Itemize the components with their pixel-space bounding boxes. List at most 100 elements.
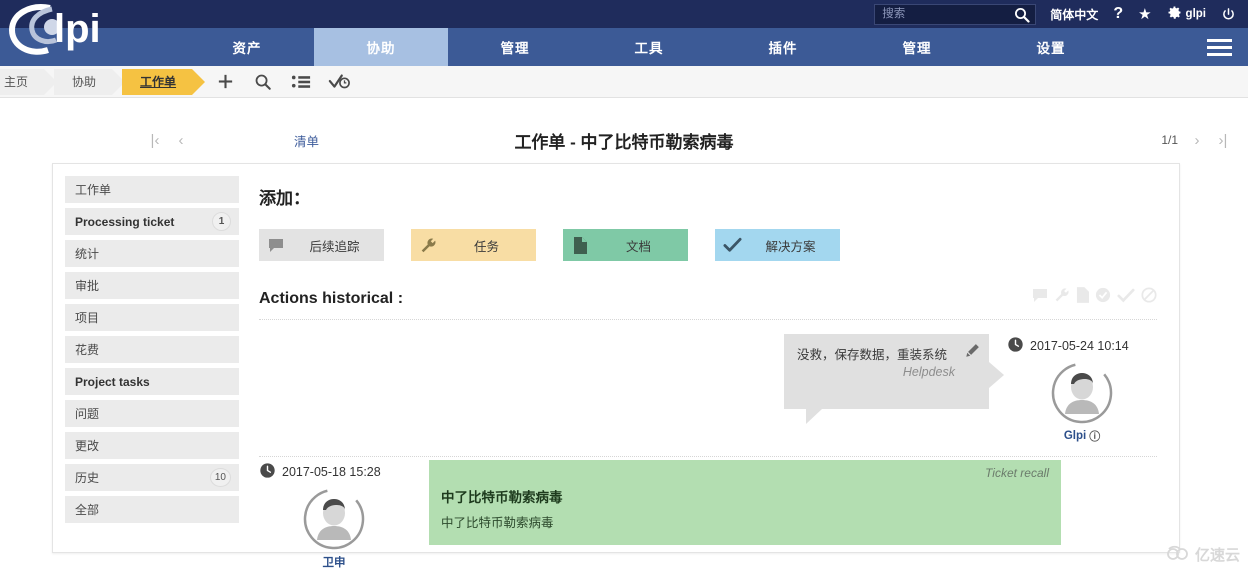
nav-item-management[interactable]: 管理	[448, 28, 582, 66]
sidebar-item-all[interactable]: 全部	[65, 496, 239, 523]
ticket-recall-tag: Ticket recall	[985, 466, 1049, 480]
info-icon[interactable]: ⓘ	[1089, 428, 1100, 444]
sidebar-item-label: 历史	[75, 471, 100, 485]
sidebar-item-label: Project tasks	[75, 374, 150, 389]
timeline-timestamp-row: 2017-05-24 10:14	[1007, 336, 1157, 356]
clock-icon	[1007, 336, 1024, 356]
history-filter-icons	[1032, 287, 1157, 308]
sidebar-item-cost[interactable]: 花费	[65, 336, 239, 363]
previous-page-arrow[interactable]: ‹	[168, 132, 194, 149]
nav-item-assets[interactable]: 资产	[180, 28, 314, 66]
breadcrumb-item-assistance[interactable]: 协助	[54, 68, 126, 95]
avatar	[1051, 362, 1113, 424]
history-divider	[259, 319, 1157, 320]
main-navigation: 资产 协助 管理 工具 插件 管理 设置	[0, 28, 1248, 66]
sidebar-item-project[interactable]: 项目	[65, 304, 239, 331]
breadcrumb-item-ticket[interactable]: 工作单	[122, 68, 206, 95]
actions-timeline: 没救，保存数据，重装系统 Helpdesk 2017-05-24 10:14 G…	[259, 334, 1157, 570]
filter-task-icon[interactable]	[1054, 287, 1070, 308]
timeline-entry: 2017-05-18 15:28 卫申 Ticket recall 中了比特币勒…	[259, 460, 1157, 570]
ticket-description-body: 中了比特币勒索病毒	[441, 516, 554, 530]
sidebar-item-statistics[interactable]: 统计	[65, 240, 239, 267]
add-document-button[interactable]: 文档	[563, 229, 688, 261]
sidebar-item-change[interactable]: 更改	[65, 432, 239, 459]
ticket-description-panel[interactable]: Ticket recall 中了比特币勒索病毒 中了比特币勒索病毒	[429, 460, 1061, 545]
filter-solution-icon[interactable]	[1117, 288, 1135, 308]
page-counter: 1/1	[1161, 133, 1178, 147]
wrench-icon	[411, 237, 445, 254]
nav-logo-space	[0, 28, 180, 66]
timeline-username: Glpi ⓘ	[1064, 428, 1100, 444]
nav-item-assistance[interactable]: 协助	[314, 28, 448, 66]
history-title: Actions historical :	[259, 290, 404, 307]
add-followup-button[interactable]: 后续追踪	[259, 229, 384, 261]
help-icon[interactable]: ?	[1113, 5, 1123, 23]
avatar	[303, 488, 365, 550]
add-task-label: 任务	[473, 239, 499, 254]
bubble-tail	[806, 409, 822, 424]
timeline-timestamp-row: 2017-05-18 15:28	[259, 462, 409, 482]
search-input[interactable]	[875, 4, 1004, 24]
filter-document-icon[interactable]	[1076, 287, 1089, 308]
sidebar-item-label: 更改	[75, 439, 100, 453]
search-ticket-icon[interactable]	[248, 69, 278, 95]
settings-link[interactable]: glpi	[1167, 5, 1206, 23]
status-badge: 1	[212, 212, 231, 231]
sidebar-item-label: 问题	[75, 407, 100, 421]
sidebar-item-project-tasks[interactable]: Project tasks	[65, 368, 239, 395]
sidebar-item-label: Processing ticket	[75, 214, 175, 229]
nav-item-plugins[interactable]: 插件	[716, 28, 850, 66]
list-view-icon[interactable]	[286, 69, 316, 95]
last-page-arrow[interactable]: ›|	[1210, 132, 1236, 149]
sidebar-item-label: 项目	[75, 311, 100, 325]
nav-item-tools[interactable]: 工具	[582, 28, 716, 66]
timeline-timestamp: 2017-05-18 15:28	[282, 465, 381, 479]
validation-icon[interactable]	[324, 69, 354, 95]
star-icon[interactable]: ★	[1138, 7, 1151, 22]
watermark-label: 亿速云	[1194, 547, 1240, 564]
timeline-divider	[259, 456, 1157, 457]
sidebar-item-label: 审批	[75, 279, 100, 293]
page-header: 工作单 - 中了比特币勒索病毒 |‹ ‹ 清单 1/1 › ›|	[0, 120, 1248, 160]
nav-item-administration[interactable]: 管理	[850, 28, 984, 66]
power-icon[interactable]	[1221, 7, 1236, 22]
filter-none-icon[interactable]	[1141, 287, 1157, 308]
history-header: Actions historical :	[259, 287, 1157, 308]
breadcrumb-item-home[interactable]: 主页	[0, 68, 58, 95]
add-solution-button[interactable]: 解决方案	[715, 229, 840, 261]
clock-icon	[259, 462, 276, 482]
sidebar-item-label: 工作单	[75, 183, 112, 197]
cloud-icon	[1165, 545, 1191, 565]
next-page-arrow[interactable]: ›	[1184, 132, 1210, 149]
timeline-timestamp: 2017-05-24 10:14	[1030, 339, 1129, 353]
search-icon[interactable]	[1014, 7, 1030, 23]
timeline-entry: 没救，保存数据，重装系统 Helpdesk 2017-05-24 10:14 G…	[259, 334, 1157, 444]
filter-validation-icon[interactable]	[1095, 287, 1111, 308]
list-link[interactable]: 清单	[294, 131, 319, 150]
global-search[interactable]	[874, 3, 1037, 25]
ticket-sidebar: 工作单 Processing ticket 1 统计 审批 项目 花费 Proj…	[53, 164, 239, 552]
add-button-row: 后续追踪 任务 文档 解决方案	[259, 229, 1157, 261]
document-icon	[563, 236, 597, 254]
sidebar-item-problem[interactable]: 问题	[65, 400, 239, 427]
add-ticket-icon[interactable]	[210, 69, 240, 95]
sidebar-item-ticket[interactable]: 工作单	[65, 176, 239, 203]
add-solution-label: 解决方案	[765, 239, 816, 254]
followup-bubble[interactable]: 没救，保存数据，重装系统 Helpdesk	[784, 334, 1004, 424]
language-selector[interactable]: 简体中文	[1050, 6, 1098, 23]
breadcrumb: 主页 协助 工作单	[0, 66, 1248, 98]
sidebar-item-processing-ticket[interactable]: Processing ticket 1	[65, 208, 239, 235]
checkmark-icon	[715, 237, 749, 253]
username-text: Glpi	[1063, 430, 1087, 442]
top-bar: 简体中文 ? ★ glpi	[0, 0, 1248, 28]
sidebar-item-approval[interactable]: 审批	[65, 272, 239, 299]
timeline-user[interactable]: 卫申	[259, 488, 409, 570]
filter-followup-icon[interactable]	[1032, 288, 1048, 308]
pencil-icon[interactable]	[965, 343, 980, 363]
sidebar-item-history[interactable]: 历史 10	[65, 464, 239, 491]
nav-item-setup[interactable]: 设置	[984, 28, 1118, 66]
add-task-button[interactable]: 任务	[411, 229, 536, 261]
hamburger-menu-icon[interactable]	[1207, 28, 1232, 66]
timeline-user[interactable]: Glpi ⓘ	[1007, 362, 1157, 444]
first-page-arrow[interactable]: |‹	[142, 132, 168, 149]
